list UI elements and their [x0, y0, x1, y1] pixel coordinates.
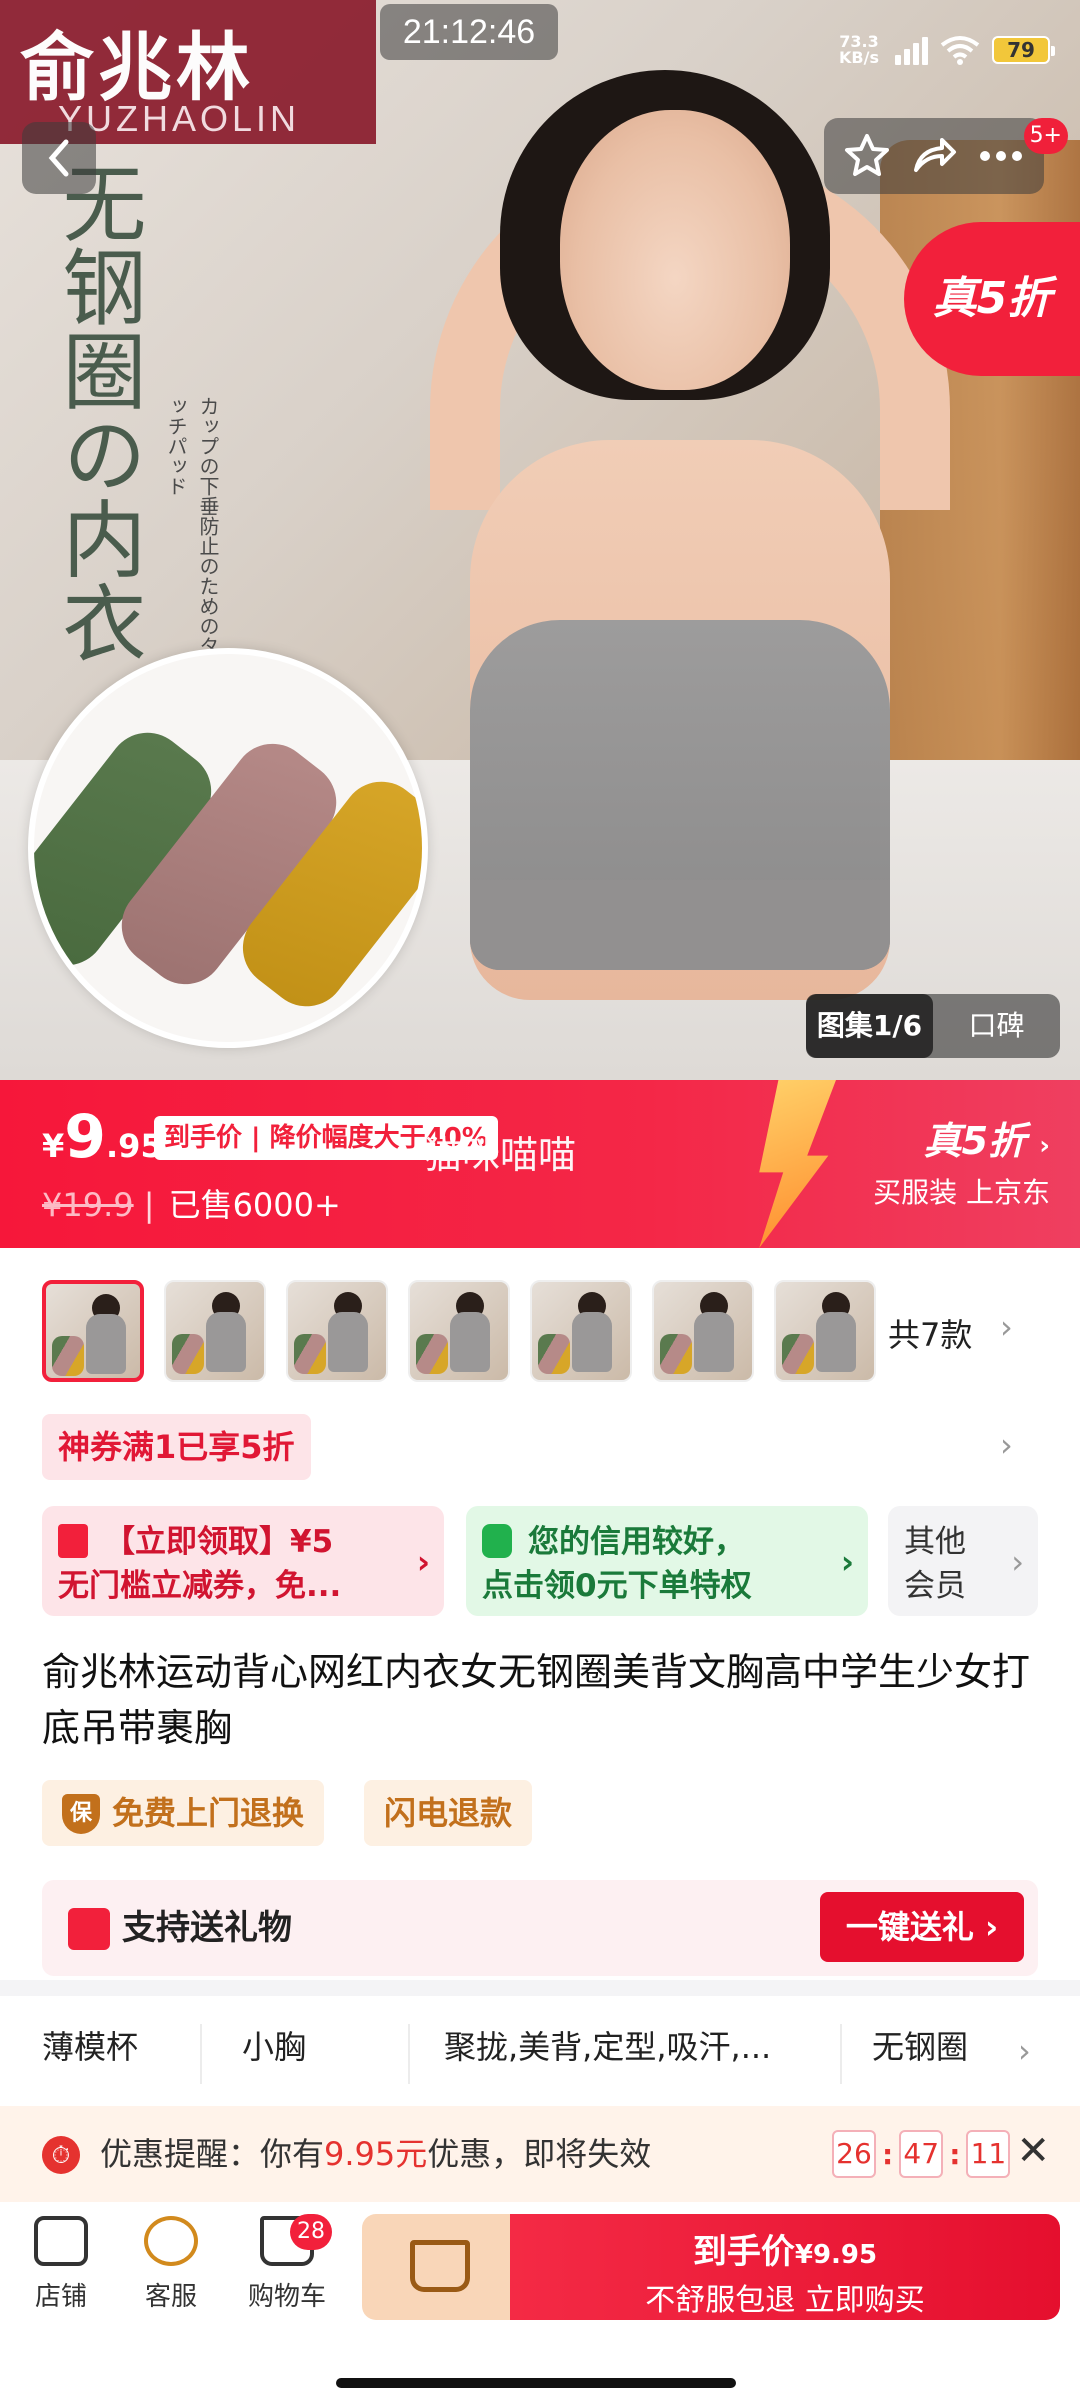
- gallery-switch[interactable]: 图集1/6 口碑: [806, 994, 1060, 1058]
- product-title: 俞兆林运动背心网红内衣女无钢圈美背文胸高中学生少女打底吊带裹胸: [42, 1650, 1031, 1750]
- attribute-row[interactable]: 薄模杯 小胸 聚拢,美背,定型,吸汗,... 无钢圈 ›: [0, 1996, 1080, 2106]
- buy-now-button[interactable]: 到手价¥9.95 不舒服包退 立即购买: [510, 2214, 1060, 2320]
- variant-thumb[interactable]: [652, 1280, 754, 1382]
- current-price: ¥9.95: [42, 1102, 163, 1172]
- send-gift-button[interactable]: 一键送礼 ›: [820, 1892, 1024, 1962]
- status-icons: 73.3 KB/s 79: [835, 28, 1055, 72]
- coupon-card[interactable]: 【立即领取】¥5 无门槛立减券，免... ›: [42, 1506, 444, 1616]
- tab-store[interactable]: 店铺: [6, 2216, 116, 2313]
- message-badge: 5+: [1023, 118, 1068, 154]
- add-cart-icon: [410, 2240, 470, 2292]
- top-actions: [824, 118, 1044, 194]
- status-time: 21:12:46: [380, 4, 558, 60]
- timer-seconds: 11: [966, 2130, 1011, 2178]
- tab-reviews[interactable]: 口碑: [933, 994, 1060, 1058]
- battery-icon: 79: [992, 36, 1055, 64]
- hero-vertical-title: 无钢圈の内衣: [49, 160, 147, 664]
- timer-hours: 26: [832, 2130, 876, 2178]
- member-card[interactable]: 其他 会员 ›: [888, 1506, 1038, 1616]
- clock-icon: ⏱: [42, 2136, 80, 2174]
- variant-thumb[interactable]: [42, 1280, 144, 1382]
- variant-thumb[interactable]: [774, 1280, 876, 1382]
- chevron-right-icon: ›: [1011, 1543, 1024, 1581]
- gift-row: 支持送礼物 一键送礼 ›: [42, 1880, 1038, 1976]
- chevron-right-icon[interactable]: ›: [1018, 2032, 1031, 2070]
- shield-icon: 保: [62, 1794, 100, 1834]
- original-price: ¥19.9: [42, 1186, 134, 1224]
- coupon-icon: [58, 1524, 88, 1558]
- store-icon: [34, 2216, 88, 2266]
- home-indicator[interactable]: [336, 2378, 736, 2388]
- sold-count: 已售6000+: [168, 1186, 341, 1224]
- timer-minutes: 47: [899, 2130, 944, 2178]
- overlay-username: 猫咪喵喵: [424, 1133, 577, 1177]
- original-price-row: ¥19.9 | 已售6000+: [42, 1186, 341, 1224]
- product-bra-band: [470, 880, 890, 970]
- bottom-action-bar: 店铺 客服 购物车 28 到手价¥9.95 不舒服包退 立即购买: [0, 2202, 1080, 2400]
- attribute-item: 薄模杯: [42, 2028, 139, 2066]
- chevron-left-icon: [48, 139, 69, 177]
- variant-thumb[interactable]: [286, 1280, 388, 1382]
- coupon-tag[interactable]: 神券满1已享5折: [42, 1414, 311, 1480]
- variant-thumb[interactable]: [530, 1280, 632, 1382]
- shopping-bag-icon: [482, 1524, 512, 1558]
- close-icon[interactable]: ✕: [1016, 2128, 1050, 2174]
- attribute-item: 无钢圈: [872, 2028, 969, 2066]
- product-info: 共7款 › 神券满1已享5折 › 【立即领取】¥5 无门槛立减券，免... › …: [0, 1248, 1080, 1980]
- price-banner: ¥9.95 到手价 | 降价幅度大于40% 猫咪喵喵 ¥19.9 | 已售6000…: [0, 1080, 1080, 1248]
- gift-label: 支持送礼物: [122, 1908, 292, 1948]
- share-icon[interactable]: [910, 132, 958, 180]
- promo-link[interactable]: 真5折 › 买服装 上京东: [873, 1110, 1050, 1211]
- variant-thumbnails: [42, 1280, 876, 1382]
- lightning-icon: [759, 1080, 836, 1248]
- chat-icon: [144, 2216, 198, 2266]
- discount-reminder[interactable]: ⏱ 优惠提醒：你有9.95元优惠，即将失效 26: 47: 11 ✕: [0, 2106, 1080, 2202]
- chevron-right-icon: ›: [840, 1543, 854, 1581]
- tab-gallery[interactable]: 图集1/6: [806, 994, 933, 1058]
- signal-icon: [895, 35, 928, 65]
- chevron-right-icon[interactable]: ›: [1000, 1426, 1013, 1464]
- star-icon[interactable]: [843, 132, 891, 180]
- model-face: [560, 110, 790, 390]
- net-speed: 73.3 KB/s: [839, 32, 879, 67]
- chevron-right-icon: ›: [1039, 1131, 1050, 1161]
- variant-thumb[interactable]: [408, 1280, 510, 1382]
- cart-badge: 28: [290, 2214, 332, 2250]
- more-icon[interactable]: [977, 132, 1025, 180]
- wifi-icon: [940, 36, 980, 65]
- color-variants-inset: [28, 648, 428, 1048]
- back-button[interactable]: [22, 122, 96, 194]
- chevron-right-icon[interactable]: ›: [1000, 1308, 1013, 1346]
- tab-customer-service[interactable]: 客服: [116, 2216, 226, 2313]
- variant-thumb[interactable]: [164, 1280, 266, 1382]
- variant-count[interactable]: 共7款: [888, 1310, 972, 1356]
- fast-refund-tag[interactable]: 闪电退款: [364, 1780, 533, 1846]
- chevron-right-icon: ›: [416, 1543, 430, 1581]
- attribute-item: 小胸: [242, 2028, 307, 2066]
- hero-japanese-caption: カップの下垂防止のためのタッチパッド: [164, 396, 220, 656]
- free-return-tag[interactable]: 保 免费上门退换: [42, 1780, 325, 1846]
- countdown-timer: 26: 47: 11: [832, 2130, 1011, 2178]
- attribute-item: 聚拢,美背,定型,吸汗,...: [444, 2028, 772, 2066]
- add-to-cart-button[interactable]: [362, 2214, 516, 2320]
- credit-card[interactable]: 您的信用较好， 点击领0元下单特权 ›: [466, 1506, 868, 1616]
- gift-icon: [68, 1908, 110, 1950]
- discount-tag: 真5折: [904, 222, 1080, 376]
- reminder-text: 优惠提醒：你有9.95元优惠，即将失效: [100, 2135, 652, 2173]
